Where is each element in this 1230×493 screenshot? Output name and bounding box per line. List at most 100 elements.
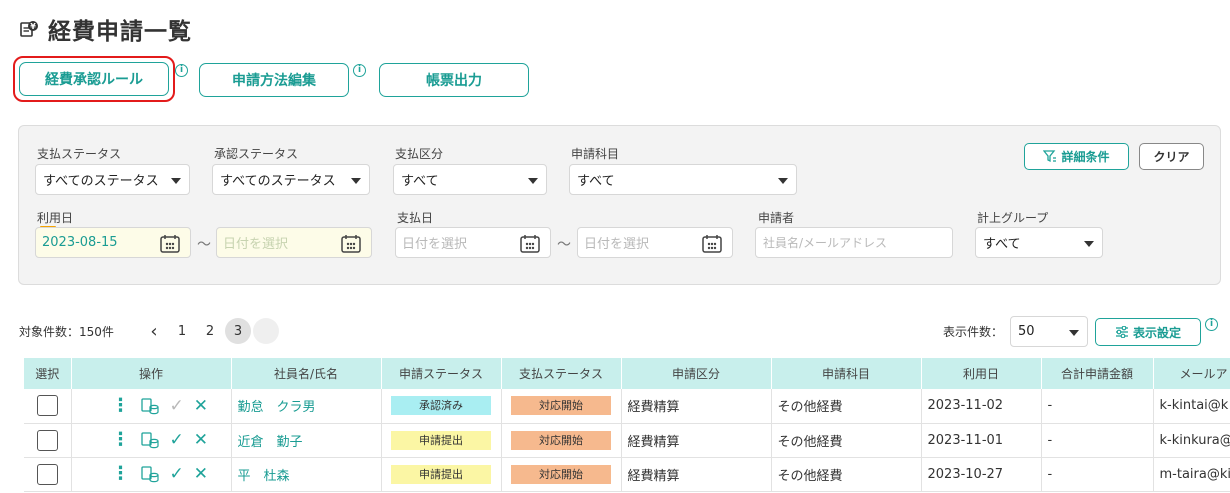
col-total[interactable]: 合計申請金額 xyxy=(1041,358,1154,389)
total-cell: - xyxy=(1041,423,1154,458)
row-checkbox[interactable] xyxy=(36,463,58,485)
info-icon[interactable]: i xyxy=(1205,318,1218,331)
group-value: すべて xyxy=(983,237,1021,252)
receipt-yen-icon: ¥ xyxy=(18,18,40,40)
approval-status-label: 承認ステータス xyxy=(214,147,299,161)
employee-name-link[interactable]: 平 杜森 xyxy=(238,469,290,484)
method-edit-button[interactable]: 申請方法編集 xyxy=(199,63,349,97)
col-email[interactable]: メールア xyxy=(1153,358,1230,389)
calendar-icon[interactable] xyxy=(160,234,180,253)
payment-type-label: 支払区分 xyxy=(395,147,444,161)
applicant-input[interactable]: 社員名/メールアドレス xyxy=(755,227,953,258)
total-cell: - xyxy=(1041,457,1154,492)
display-settings-button[interactable]: 表示設定 xyxy=(1095,318,1201,346)
pay-date-from-input[interactable]: 日付を選択 xyxy=(395,227,551,258)
per-page-select[interactable]: 50 xyxy=(1010,316,1088,347)
table-row: ⋮ ✓ ✕ 平 杜森 申請提出 対応開始 経費精算 その他経費 2023-10-… xyxy=(24,457,1230,492)
more-vert-icon[interactable]: ⋮ xyxy=(112,431,130,449)
row-checkbox[interactable] xyxy=(36,395,58,417)
col-employee[interactable]: 社員名/氏名 xyxy=(231,358,382,389)
more-vert-icon[interactable]: ⋮ xyxy=(112,465,130,483)
info-icon[interactable]: i xyxy=(353,64,366,77)
use-date-cell: 2023-11-01 xyxy=(921,423,1042,458)
coins-doc-icon[interactable] xyxy=(140,465,160,483)
detail-conditions-button[interactable]: 詳細条件 xyxy=(1024,143,1129,170)
pay-status-badge: 対応開始 xyxy=(511,464,611,484)
approve-check-icon[interactable]: ✓ xyxy=(170,430,184,450)
page-2[interactable]: 2 xyxy=(197,318,223,344)
reject-x-icon[interactable]: ✕ xyxy=(194,430,208,450)
use-date-label: 利用日 xyxy=(37,211,74,225)
more-vert-icon[interactable]: ⋮ xyxy=(112,396,130,415)
payment-status-select[interactable]: すべてのステータス xyxy=(35,164,190,195)
per-page-value: 50 xyxy=(1018,324,1035,339)
col-apply-type[interactable]: 申請区分 xyxy=(621,358,772,389)
subject-cell: その他経費 xyxy=(771,389,922,424)
payment-type-value: すべて xyxy=(401,174,439,189)
apply-status-badge: 承認済み xyxy=(391,396,491,416)
apply-type-cell: 経費精算 xyxy=(621,389,772,424)
col-pay-status[interactable]: 支払ステータス xyxy=(501,358,622,389)
employee-name-link[interactable]: 勤怠 クラ男 xyxy=(238,400,316,415)
pay-status-badge: 対応開始 xyxy=(511,396,611,416)
calendar-icon[interactable] xyxy=(702,234,722,253)
table-row: ⋮ ✓ ✕ 近倉 勤子 申請提出 対応開始 経費精算 その他経費 2023-11… xyxy=(24,423,1230,458)
reject-x-icon[interactable]: ✕ xyxy=(194,464,208,484)
col-apply-status[interactable]: 申請ステータス xyxy=(381,358,502,389)
col-use-date[interactable]: 利用日 xyxy=(921,358,1042,389)
calendar-icon[interactable] xyxy=(341,234,361,253)
use-date-from-input[interactable]: 2023-08-15 xyxy=(35,227,191,258)
group-select[interactable]: すべて xyxy=(975,227,1103,258)
col-actions: 操作 xyxy=(71,358,232,389)
col-select: 選択 xyxy=(24,358,72,389)
caret-down-icon xyxy=(778,178,788,184)
page-1[interactable]: 1 xyxy=(169,318,195,344)
approve-check-icon[interactable]: ✓ xyxy=(170,396,184,416)
filter-icon xyxy=(1043,150,1057,163)
use-date-cell: 2023-11-02 xyxy=(921,389,1042,424)
range-tilde: 〜 xyxy=(197,237,211,253)
pay-date-to-placeholder: 日付を選択 xyxy=(584,237,650,252)
pay-date-to-input[interactable]: 日付を選択 xyxy=(577,227,733,258)
approval-status-select[interactable]: すべてのステータス xyxy=(212,164,370,195)
email-cell: m-taira@ki xyxy=(1153,457,1230,492)
payment-type-select[interactable]: すべて xyxy=(393,164,547,195)
coins-doc-icon[interactable] xyxy=(140,397,160,415)
employee-name-link[interactable]: 近倉 勤子 xyxy=(238,435,303,450)
next-page-button[interactable] xyxy=(253,318,279,344)
col-subject[interactable]: 申請科目 xyxy=(771,358,922,389)
page-header: ¥ 経費申請一覧 xyxy=(18,12,192,46)
info-icon[interactable]: i xyxy=(175,64,188,77)
page-3[interactable]: 3 xyxy=(225,318,251,344)
approval-rules-button[interactable]: 経費承認ルール xyxy=(19,62,169,96)
use-date-to-input[interactable]: 日付を選択 xyxy=(216,227,372,258)
row-checkbox[interactable] xyxy=(36,429,58,451)
subject-select[interactable]: すべて xyxy=(569,164,797,195)
caret-down-icon xyxy=(351,178,361,184)
coins-doc-icon[interactable] xyxy=(140,431,160,449)
range-tilde: 〜 xyxy=(557,237,571,253)
subject-value: すべて xyxy=(577,174,615,189)
payment-status-label: 支払ステータス xyxy=(37,147,122,161)
clear-button[interactable]: クリア xyxy=(1139,143,1204,170)
calendar-icon[interactable] xyxy=(520,234,540,253)
expense-table: 選択 操作 社員名/氏名 申請ステータス 支払ステータス 申請区分 申請科目 利… xyxy=(24,358,1230,493)
apply-type-cell: 経費精算 xyxy=(621,423,772,458)
pay-date-label: 支払日 xyxy=(397,211,434,225)
total-cell: - xyxy=(1041,389,1154,424)
apply-status-badge: 申請提出 xyxy=(391,430,491,450)
approve-check-icon[interactable]: ✓ xyxy=(170,464,184,484)
subject-label: 申請科目 xyxy=(571,147,620,161)
applicant-label: 申請者 xyxy=(758,211,795,225)
pay-status-badge: 対応開始 xyxy=(511,430,611,450)
caret-down-icon xyxy=(171,178,181,184)
page-title: 経費申請一覧 xyxy=(48,19,192,45)
apply-status-badge: 申請提出 xyxy=(391,464,491,484)
report-output-button[interactable]: 帳票出力 xyxy=(379,63,529,97)
approval-status-value: すべてのステータス xyxy=(220,174,336,189)
reject-x-icon[interactable]: ✕ xyxy=(194,396,208,416)
detail-conditions-label: 詳細条件 xyxy=(1061,150,1110,164)
prev-page-button[interactable]: ‹ xyxy=(141,318,167,344)
table-header-row: 選択 操作 社員名/氏名 申請ステータス 支払ステータス 申請区分 申請科目 利… xyxy=(24,358,1230,389)
use-date-cell: 2023-10-27 xyxy=(921,457,1042,492)
